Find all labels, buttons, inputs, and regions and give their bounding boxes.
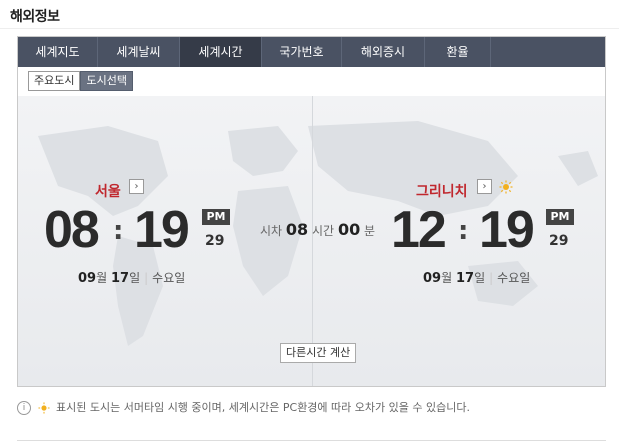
time-diff-minutes-unit: 분: [364, 224, 376, 238]
subtab-select-city[interactable]: 도시선택: [80, 71, 133, 91]
left-day: 17: [110, 271, 130, 286]
right-hour: 12: [391, 201, 447, 259]
time-difference: 시차 08 시간 00 분: [260, 220, 375, 239]
tab-overseas-stocks[interactable]: 해외증시: [342, 37, 425, 67]
right-weekday: 수요일: [497, 271, 531, 285]
tab-world-map[interactable]: 세계지도: [18, 37, 98, 67]
footer-divider: [17, 440, 606, 441]
sun-small-icon: [37, 402, 50, 414]
right-month: 09: [423, 271, 442, 286]
sub-tabs: 주요도시 도시선택: [28, 71, 133, 91]
left-month-unit: 월: [96, 271, 108, 285]
right-city-name[interactable]: 그리니치: [416, 181, 468, 201]
sun-icon: [499, 180, 513, 194]
left-city-chevron-right-icon[interactable]: ›: [129, 179, 144, 194]
tab-world-weather[interactable]: 세계날씨: [98, 37, 180, 67]
left-date: 09월 17일 | 수요일: [78, 269, 185, 286]
right-month-unit: 월: [441, 271, 453, 285]
tab-world-time[interactable]: 세계시간: [180, 37, 262, 67]
time-diff-minutes: 00: [337, 220, 361, 239]
info-icon: i: [17, 401, 31, 415]
left-seconds: 29: [205, 233, 225, 249]
world-time-widget: 세계지도 세계날씨 세계시간 국가번호 해외증시 환율 주요도시 도시선택 서울…: [17, 36, 606, 387]
page-title: 해외정보: [10, 9, 60, 25]
left-colon: :: [113, 216, 124, 246]
left-minute: 19: [134, 201, 190, 259]
dst-notice-text: 표시된 도시는 서머타임 시행 중이며, 세계시간은 PC환경에 따라 오차가 …: [56, 401, 470, 414]
right-date-separator: |: [489, 271, 494, 285]
main-tabs: 세계지도 세계날씨 세계시간 국가번호 해외증시 환율: [18, 37, 605, 67]
right-ampm-badge: PM: [546, 209, 574, 225]
tab-country-code[interactable]: 국가번호: [262, 37, 342, 67]
right-colon: :: [458, 216, 469, 246]
time-diff-prefix: 시차: [260, 224, 283, 238]
left-city-name[interactable]: 서울: [95, 181, 121, 201]
tab-exchange-rate[interactable]: 환율: [425, 37, 491, 67]
title-divider: [0, 28, 619, 29]
left-month: 09: [78, 271, 97, 286]
right-day: 17: [455, 271, 475, 286]
right-day-unit: 일: [474, 271, 486, 285]
right-minute: 19: [479, 201, 535, 259]
time-diff-hours-unit: 시간: [312, 224, 335, 238]
left-hour: 08: [44, 201, 100, 259]
dst-notice: i 표시된 도시는 서머타임 시행 중이며, 세계시간은 PC환경에 따라 오차…: [17, 399, 470, 415]
calculate-other-time-button[interactable]: 다른시간 계산: [280, 343, 357, 363]
right-date: 09월 17일 | 수요일: [423, 269, 530, 286]
left-weekday: 수요일: [152, 271, 186, 285]
subtab-major-cities[interactable]: 주요도시: [28, 71, 81, 91]
time-diff-hours: 08: [285, 220, 309, 239]
left-day-unit: 일: [129, 271, 141, 285]
right-city-chevron-right-icon[interactable]: ›: [477, 179, 492, 194]
left-date-separator: |: [144, 271, 149, 285]
left-ampm-badge: PM: [202, 209, 230, 225]
clock-panel: 서울 › 08 : 19 PM 29 09월 17일 | 수요일 시차 08 시간 …: [18, 96, 605, 386]
right-seconds: 29: [549, 233, 569, 249]
